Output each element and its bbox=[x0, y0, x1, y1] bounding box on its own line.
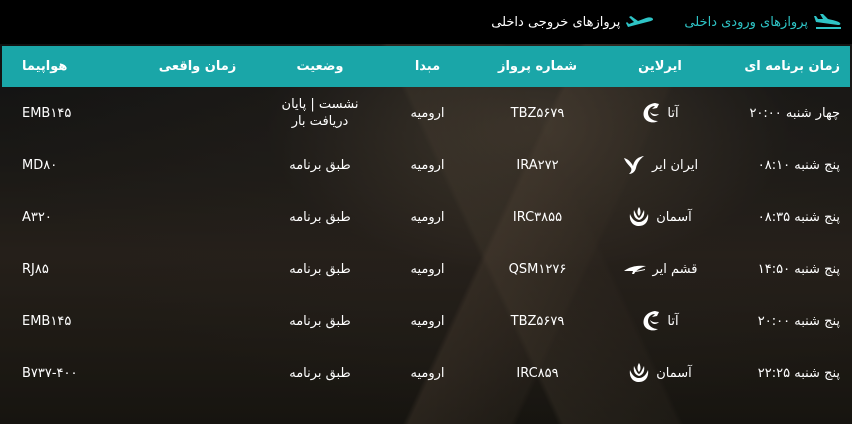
scheduled-time: پنج شنبه ۲۲:۲۵ bbox=[757, 365, 840, 381]
origin: ارومیه bbox=[410, 157, 445, 173]
status: نشست | پایان دریافت بار bbox=[260, 96, 380, 130]
status: طبق برنامه bbox=[260, 365, 380, 382]
airline-cell: آسمان bbox=[600, 362, 720, 384]
header-actual-time: زمان واقعی bbox=[158, 59, 237, 74]
table-header: زمان برنامه ای ایرلاین شماره پرواز مبدا … bbox=[2, 46, 850, 87]
flight-number: IRC۸۵۹ bbox=[516, 365, 559, 381]
airline-cell: قشم ایر bbox=[600, 262, 720, 277]
table-body: چهار شنبه ۲۰:۰۰ آتا TBZ۵۶۷۹ ارومیه نشست | پا… bbox=[2, 87, 850, 399]
header-airline: ایرلاین bbox=[638, 59, 682, 74]
aircraft: RJ۸۵ bbox=[22, 261, 49, 277]
scheduled-time: پنج شنبه ۰۸:۳۵ bbox=[757, 209, 840, 225]
aircraft: A۳۲۰ bbox=[22, 209, 52, 225]
origin: ارومیه bbox=[410, 105, 445, 121]
iranair-logo-icon bbox=[622, 155, 646, 175]
aircraft: B۷۳۷-۴۰۰ bbox=[22, 365, 78, 381]
status-line1: طبق برنامه bbox=[289, 157, 351, 173]
airline-name: آتا bbox=[667, 105, 679, 121]
flight-number: IRA۲۷۲ bbox=[516, 157, 559, 173]
flight-number: TBZ۵۶۷۹ bbox=[510, 313, 565, 329]
status: طبق برنامه bbox=[260, 261, 380, 278]
airline-cell: ایران ایر bbox=[600, 155, 720, 175]
scheduled-time: چهار شنبه ۲۰:۰۰ bbox=[749, 105, 840, 121]
header-origin: مبدا bbox=[414, 59, 441, 74]
aircraft: EMB۱۴۵ bbox=[22, 105, 72, 121]
ata-logo-icon bbox=[641, 310, 661, 332]
aircraft: EMB۱۴۵ bbox=[22, 313, 72, 329]
airline-cell: آتا bbox=[600, 310, 720, 332]
aseman-logo-icon bbox=[628, 206, 650, 228]
table-row: پنج شنبه ۲۲:۲۵ آسمان IRC۸۵۹ ارومیه طبق برنام… bbox=[2, 347, 850, 399]
origin: ارومیه bbox=[410, 261, 445, 277]
tab-domestic-arrivals[interactable]: پروازهای ورودی داخلی bbox=[684, 14, 842, 30]
table-row: پنج شنبه ۰۸:۱۰ ایران ایر IRA۲۷۲ ارومیه طبق ب… bbox=[2, 139, 850, 191]
status-line1: نشست | پایان bbox=[281, 97, 359, 112]
table-row: چهار شنبه ۲۰:۰۰ آتا TBZ۵۶۷۹ ارومیه نشست | پا… bbox=[2, 87, 850, 139]
status-line1: طبق برنامه bbox=[289, 313, 351, 329]
qeshmair-logo-icon bbox=[623, 262, 647, 276]
status-line1: طبق برنامه bbox=[289, 365, 351, 381]
table-row: پنج شنبه ۲۰:۰۰ آتا TBZ۵۶۷۹ ارومیه طبق برنامه… bbox=[2, 295, 850, 347]
tab-domestic-departures[interactable]: پروازهای خروجی داخلی bbox=[491, 14, 654, 30]
aircraft: MD۸۰ bbox=[22, 157, 58, 173]
status: طبق برنامه bbox=[260, 209, 380, 226]
header-flight-number: شماره پرواز bbox=[497, 59, 578, 74]
airline-name: قشم ایر bbox=[652, 261, 698, 277]
status: طبق برنامه bbox=[260, 313, 380, 330]
tab-label: پروازهای ورودی داخلی bbox=[684, 14, 808, 30]
plane-takeoff-icon bbox=[626, 16, 654, 27]
airline-name: ایران ایر bbox=[651, 157, 699, 173]
scheduled-time: پنج شنبه ۱۴:۵۰ bbox=[757, 261, 840, 277]
airline-name: آسمان bbox=[656, 209, 692, 225]
flight-number: QSM۱۲۷۶ bbox=[508, 261, 567, 277]
origin: ارومیه bbox=[410, 209, 445, 225]
airline-name: آتا bbox=[667, 313, 679, 329]
airline-name: آسمان bbox=[656, 365, 692, 381]
status: طبق برنامه bbox=[260, 157, 380, 174]
flight-number: IRC۳۸۵۵ bbox=[512, 209, 563, 225]
flight-number: TBZ۵۶۷۹ bbox=[510, 105, 565, 121]
header-status: وضعیت bbox=[296, 59, 344, 74]
airline-cell: آتا bbox=[600, 102, 720, 124]
origin: ارومیه bbox=[410, 365, 445, 381]
table-row: پنج شنبه ۰۸:۳۵ آسمان IRC۳۸۵۵ ارومیه طبق برنا… bbox=[2, 191, 850, 243]
flight-tabs-bar: پروازهای ورودی داخلی پروازهای خروجی داخل… bbox=[0, 0, 852, 44]
ata-logo-icon bbox=[641, 102, 661, 124]
status-line1: طبق برنامه bbox=[289, 261, 351, 277]
scheduled-time: پنج شنبه ۰۸:۱۰ bbox=[757, 157, 840, 173]
tab-label: پروازهای خروجی داخلی bbox=[491, 14, 621, 30]
status-line2: دریافت بار bbox=[291, 114, 349, 129]
airline-cell: آسمان bbox=[600, 206, 720, 228]
scheduled-time: پنج شنبه ۲۰:۰۰ bbox=[757, 313, 840, 329]
origin: ارومیه bbox=[410, 313, 445, 329]
table-row: پنج شنبه ۱۴:۵۰ قشم ایر QSM۱۲۷۶ ارومیه طبق بر… bbox=[2, 243, 850, 295]
plane-landing-icon bbox=[814, 14, 841, 29]
arrivals-table: زمان برنامه ای ایرلاین شماره پرواز مبدا … bbox=[2, 46, 850, 399]
aseman-logo-icon bbox=[628, 362, 650, 384]
header-aircraft: هواپیما bbox=[22, 59, 68, 74]
header-scheduled-time: زمان برنامه ای bbox=[744, 59, 840, 74]
status-line1: طبق برنامه bbox=[289, 209, 351, 225]
